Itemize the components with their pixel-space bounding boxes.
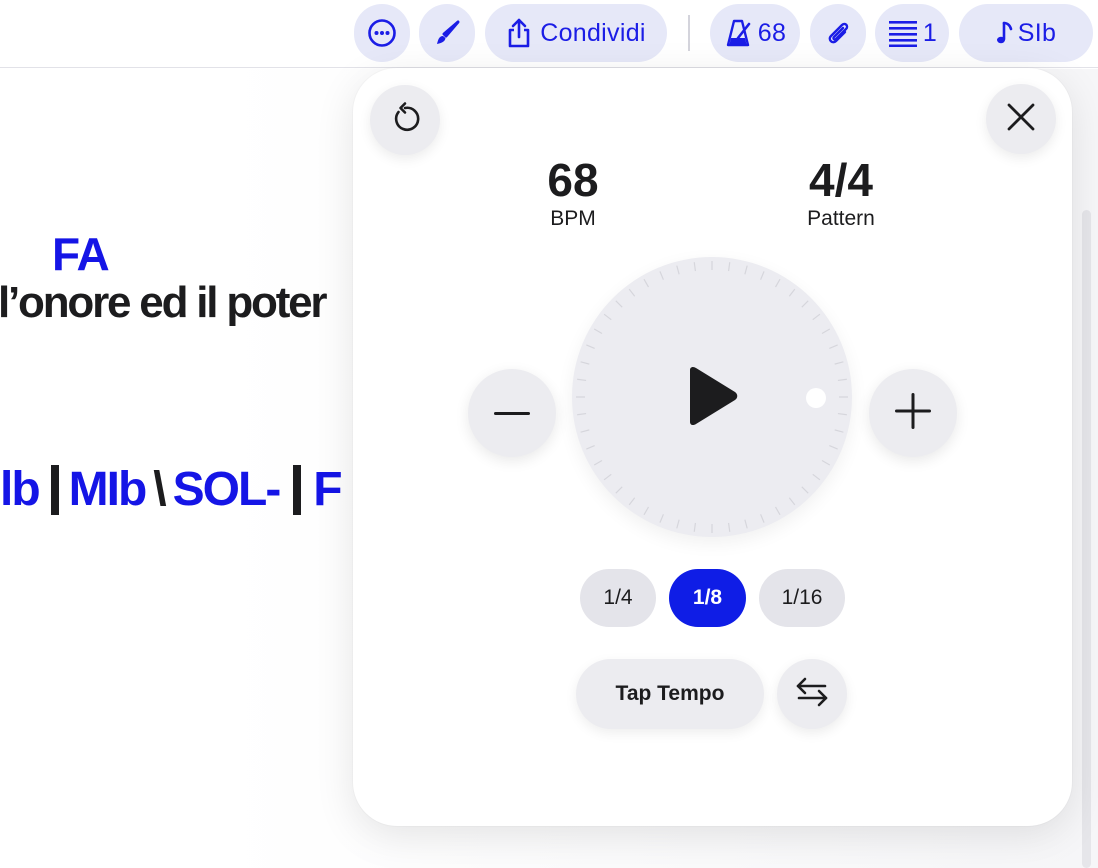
metronome-bpm: 68 — [757, 18, 787, 47]
pattern-display[interactable]: 4/4 Pattern — [761, 154, 921, 232]
close-icon — [1006, 102, 1036, 137]
dial-tick — [801, 486, 809, 494]
dial-tick — [628, 497, 636, 506]
dial-tick — [727, 522, 731, 532]
dial-tick — [643, 506, 650, 516]
dial-tick — [593, 328, 603, 335]
dial-tick — [837, 378, 847, 382]
chord: MIb — [68, 463, 148, 516]
paperclip-icon — [823, 18, 853, 48]
music-note-icon — [996, 20, 1014, 46]
more-options-button[interactable] — [354, 4, 410, 62]
dial-tick — [693, 522, 697, 532]
key-label: SIb — [1017, 18, 1057, 47]
decrease-bpm-button[interactable] — [468, 369, 556, 457]
dial-tick — [615, 486, 623, 494]
subdivision-sixteenth-button[interactable]: 1/16 — [759, 569, 845, 627]
ellipsis-circle-icon — [367, 18, 397, 48]
dial-tick — [580, 361, 590, 365]
chord: lb — [0, 463, 41, 516]
dial-tick — [586, 344, 595, 349]
play-icon — [684, 366, 740, 431]
swap-button[interactable] — [777, 659, 847, 729]
dial-tick — [812, 473, 821, 481]
tap-tempo-button[interactable]: Tap Tempo — [576, 659, 764, 729]
increase-bpm-button[interactable] — [869, 369, 957, 457]
attachments-button[interactable] — [810, 4, 866, 62]
dial-tick — [801, 300, 809, 308]
chord: SOL- — [172, 463, 282, 516]
plus-icon — [895, 392, 931, 434]
toolbar-divider — [688, 15, 690, 51]
dial-tick — [788, 288, 796, 297]
dial-tick — [821, 328, 831, 335]
dial-tick — [693, 262, 697, 272]
swap-arrows-icon — [794, 674, 830, 715]
dial-tick — [659, 271, 664, 280]
dial-tick — [829, 344, 838, 349]
dial-tick — [676, 265, 680, 275]
dial-tick — [834, 361, 844, 365]
dial-tick — [603, 313, 612, 321]
dial-tick — [774, 506, 781, 516]
dial-knob[interactable] — [806, 388, 826, 408]
share-button[interactable]: Condividi — [485, 4, 667, 62]
scrollbar[interactable] — [1082, 210, 1091, 868]
top-toolbar: Condividi 68 1 SIb — [0, 0, 1098, 68]
dial-tick — [577, 412, 587, 416]
bar-line — [50, 464, 59, 515]
dial-tick — [676, 519, 680, 529]
text-size-value: 1 — [922, 18, 938, 47]
minus-icon — [494, 404, 530, 422]
metronome-button[interactable]: 68 — [710, 4, 800, 62]
bpm-display: 68 BPM — [503, 154, 643, 232]
paintbrush-icon — [432, 18, 462, 48]
dial-tick — [837, 412, 847, 416]
dial-tick — [744, 265, 748, 275]
dial-tick — [628, 288, 636, 297]
text-lines-icon — [887, 19, 919, 47]
share-icon — [506, 17, 532, 49]
reset-button[interactable] — [370, 85, 440, 155]
dial-tick — [593, 459, 603, 466]
bpm-caption: BPM — [550, 207, 596, 230]
text-size-button[interactable]: 1 — [875, 4, 949, 62]
dial-tick — [760, 514, 765, 523]
pattern-caption: Pattern — [807, 207, 875, 230]
dial-tick — [643, 278, 650, 288]
subdivision-eighth-button[interactable]: 1/8 — [669, 569, 746, 627]
dial-tick — [727, 262, 731, 272]
play-button[interactable] — [684, 366, 740, 431]
metronome-icon — [724, 18, 752, 48]
style-button[interactable] — [419, 4, 475, 62]
chord: F — [313, 463, 342, 516]
chord-row: lb MIb \ SOL- F — [0, 462, 343, 517]
dial-tick — [788, 497, 796, 506]
bar-line — [293, 464, 302, 515]
chord-above-lyric: FA — [52, 228, 110, 280]
reset-arrow-icon — [388, 101, 422, 140]
key-button[interactable]: SIb — [959, 4, 1093, 62]
dial-tick — [615, 300, 623, 308]
dial-tick — [821, 459, 831, 466]
dial-tick — [603, 473, 612, 481]
share-label: Condividi — [540, 18, 646, 47]
lyric-line: l’onore ed il poter — [0, 278, 328, 327]
pattern-value: 4/4 — [809, 154, 873, 206]
bpm-value: 68 — [547, 154, 599, 206]
dial-tick — [659, 514, 664, 523]
dial-tick — [774, 278, 781, 288]
dial-tick — [577, 378, 587, 382]
dial-tick — [834, 429, 844, 433]
dial-tick — [586, 445, 595, 450]
close-button[interactable] — [986, 84, 1056, 154]
dial-tick — [760, 271, 765, 280]
dial-tick — [812, 313, 821, 321]
dial-tick — [580, 429, 590, 433]
chord-separator: \ — [153, 463, 166, 516]
dial-tick — [829, 445, 838, 450]
dial-tick — [744, 519, 748, 529]
subdivision-quarter-button[interactable]: 1/4 — [580, 569, 656, 627]
